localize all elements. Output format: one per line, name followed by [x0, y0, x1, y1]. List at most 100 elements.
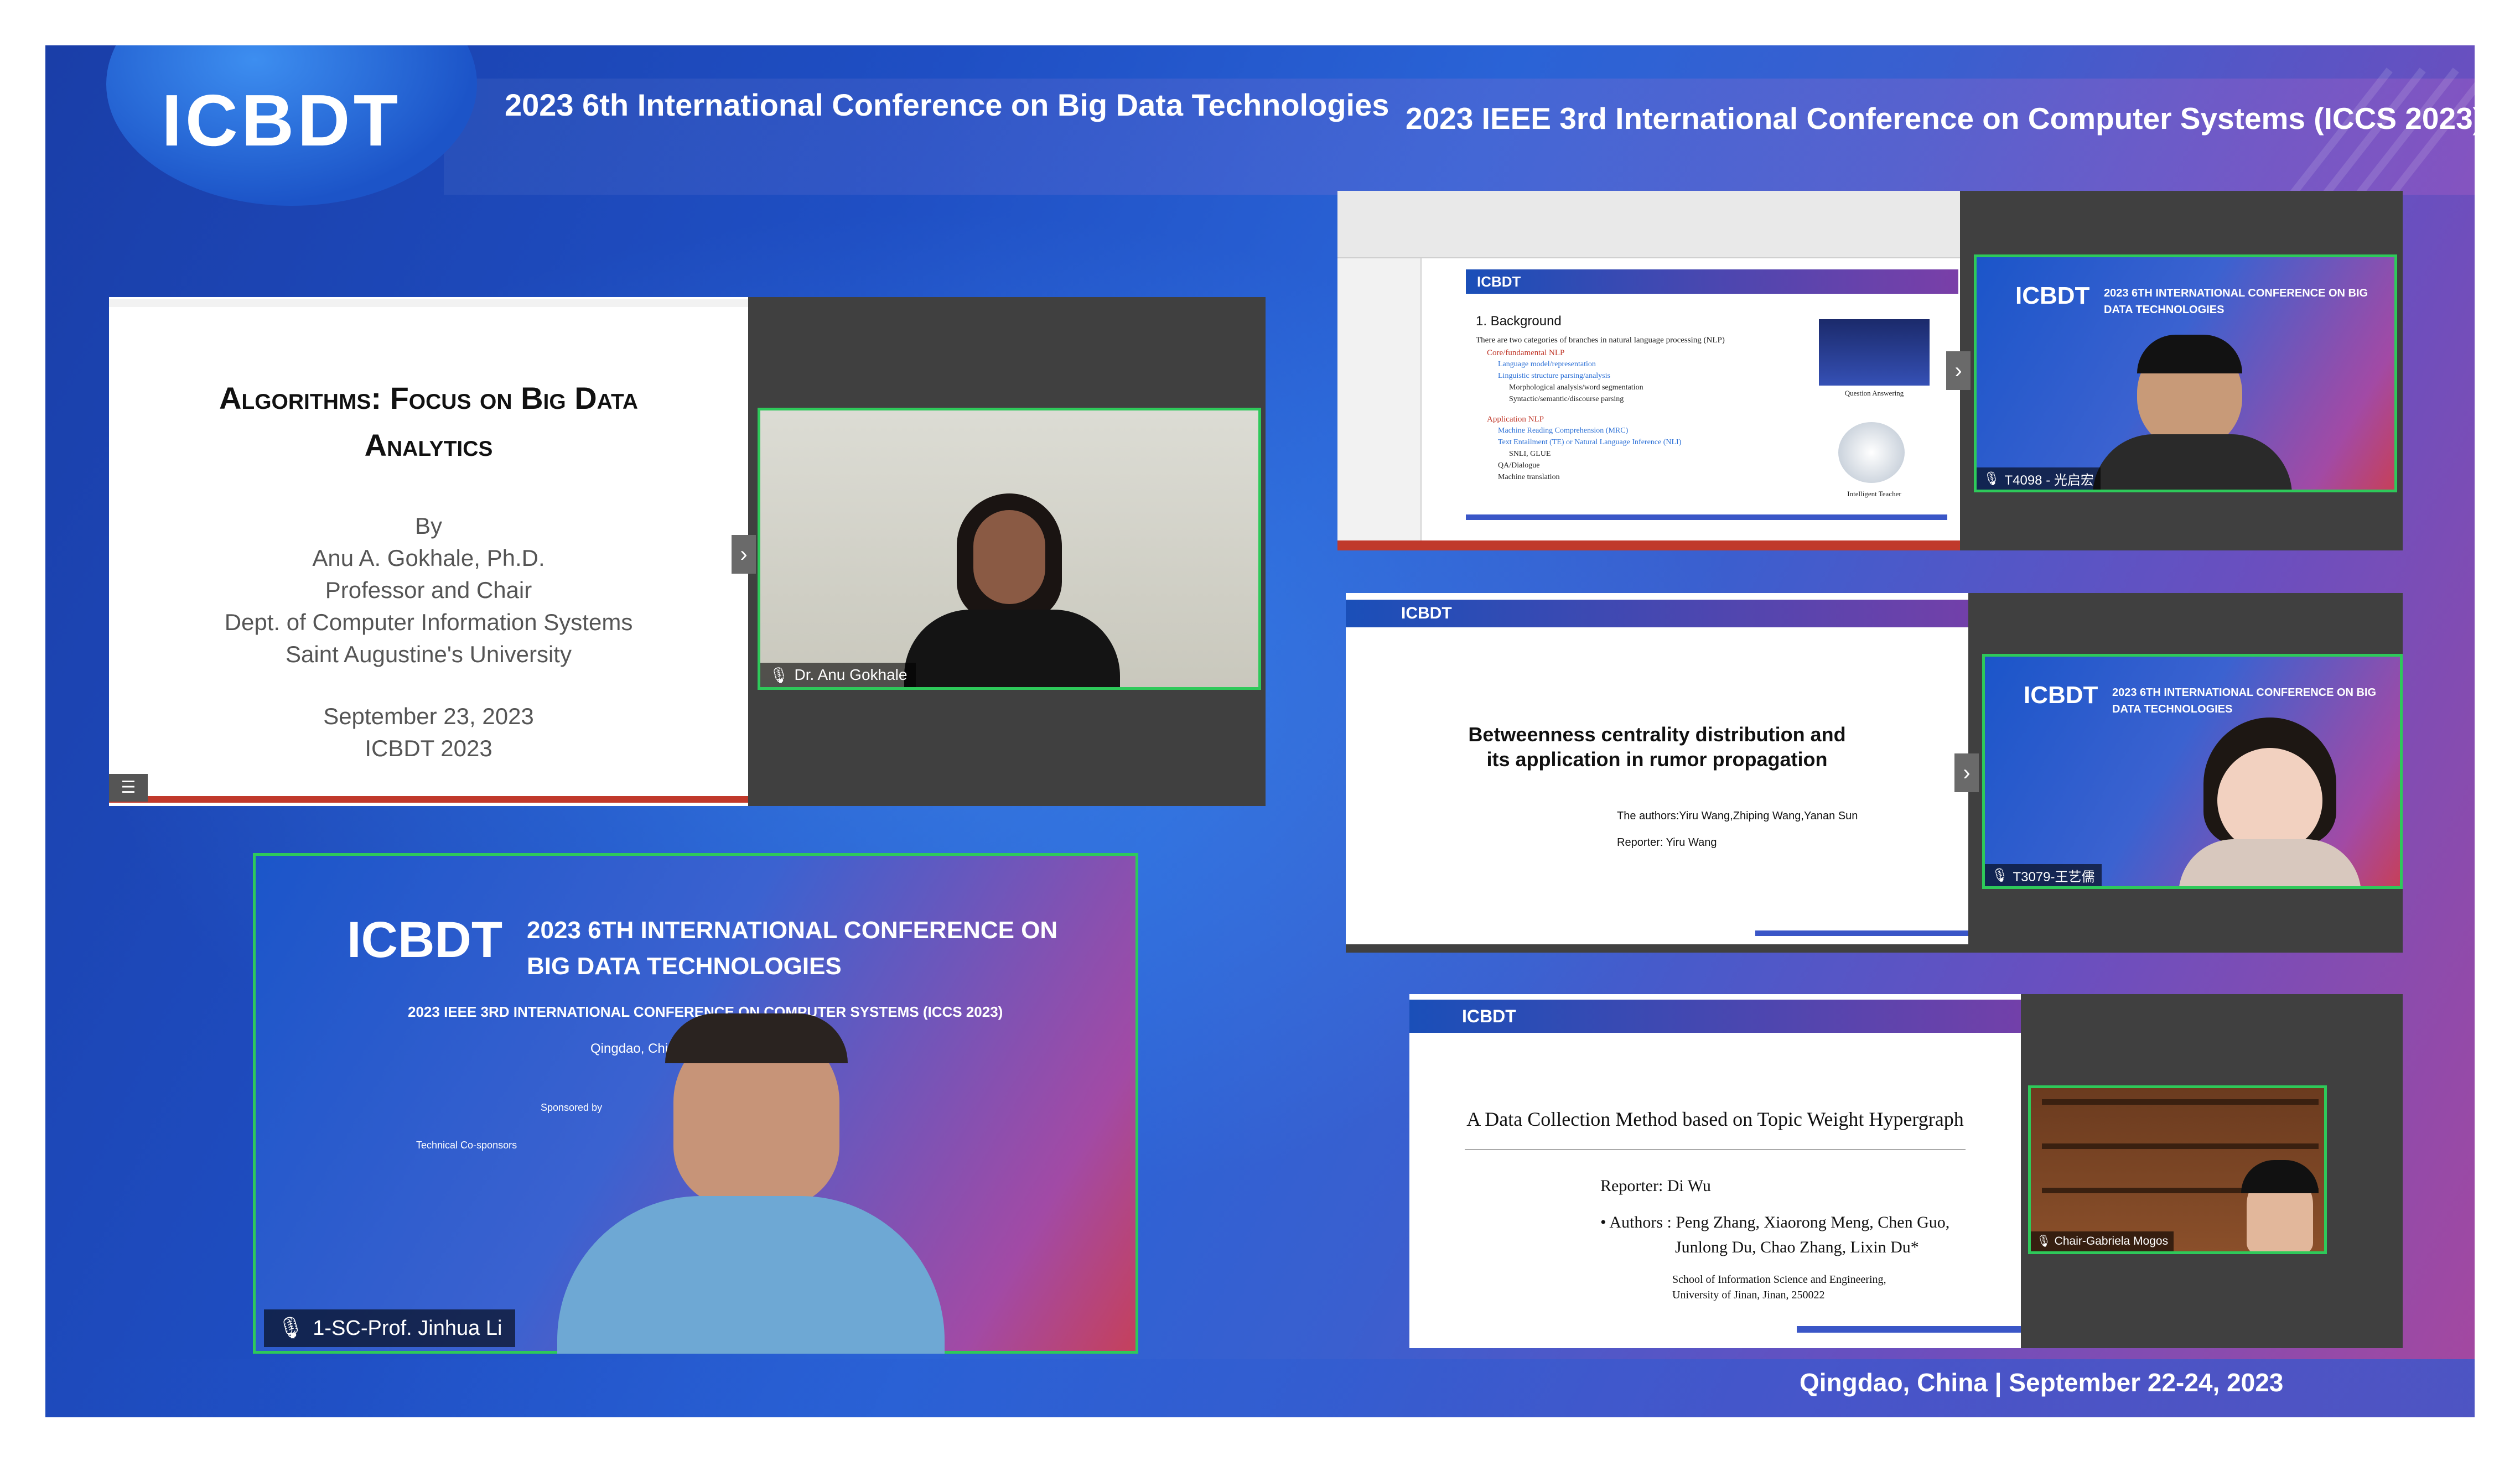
participant-body: [2093, 434, 2292, 490]
slide-banner: ICBDT: [1409, 1000, 2021, 1033]
video-tile-mogos[interactable]: ICBDT A Data Collection Method based on …: [1409, 994, 2403, 1348]
slide-footer-bar: [1755, 930, 1968, 936]
slide-reporter: Reporter: Yiru Wang: [1617, 836, 1717, 849]
slide-dept: Dept. of Computer Information Systems: [224, 609, 633, 635]
chevron-right-icon[interactable]: ›: [732, 535, 756, 574]
taskbar-strip: [1337, 540, 1960, 550]
slide-bullet: Language model/representation: [1498, 360, 1596, 368]
participant-face: [973, 510, 1045, 604]
bookshelf: [2042, 1099, 2319, 1105]
slide-role: Professor and Chair: [325, 577, 532, 603]
slide-bullet: QA/Dialogue: [1498, 461, 1540, 470]
image-caption: Intelligent Teacher: [1847, 490, 1901, 498]
slide-date: September 23, 2023: [323, 703, 534, 729]
camera-bg-title: 2023 6TH INTERNATIONAL CONFERENCE ON: [527, 917, 1058, 944]
participant-hair: [665, 1013, 848, 1063]
shared-slide: ICBDT A Data Collection Method based on …: [1409, 994, 2021, 1348]
slide-university: Saint Augustine's University: [286, 641, 572, 667]
microphone-icon: 🎙: [1983, 471, 2000, 486]
speaker-name: T3079-王艺儒: [2013, 869, 2095, 885]
slide-bullet: Application NLP: [1487, 415, 1544, 424]
video-tile-jinhua-li[interactable]: ICBDT 2023 6TH INTERNATIONAL CONFERENCE …: [253, 853, 1138, 1354]
slide-title-line2: its application in rumor propagation: [1486, 748, 1828, 771]
powerpoint-ribbon[interactable]: [1337, 191, 1960, 258]
slide-authors: The authors:Yiru Wang,Zhiping Wang,Yanan…: [1617, 810, 1858, 822]
slide-title: Algorithms: Focus on Big Data: [219, 381, 639, 415]
slide-authors: • Authors : Peng Zhang, Xiaorong Meng, C…: [1600, 1213, 1950, 1231]
slide-authors-line2: Junlong Du, Chao Zhang, Lixin Du*: [1675, 1238, 1919, 1256]
speaker-name: T4098 - 光启宏: [2004, 472, 2094, 488]
chevron-right-icon[interactable]: ›: [1954, 753, 1979, 792]
camera-feed-t3079: ICBDT 2023 6TH INTERNATIONAL CONFERENCE …: [1982, 654, 2403, 889]
slide-divider: [1465, 1149, 1966, 1150]
camera-bg-logo: ICBDT: [2024, 682, 2098, 709]
shared-slide: ICBDT Betweenness centrality distributio…: [1346, 593, 1968, 944]
participant-body: [904, 610, 1120, 687]
camera-feed-gokhale: 🎙 Dr. Anu Gokhale: [758, 408, 1261, 690]
camera-bg-tech-sponsors: Technical Co-sponsors: [416, 1140, 517, 1151]
slide-progress-bar: [109, 796, 748, 803]
video-tile-t4098[interactable]: ICBDT 1. Background There are two catego…: [1337, 191, 2403, 550]
microphone-icon: 🎙: [2036, 1235, 2051, 1247]
slide-title: A Data Collection Method based on Topic …: [1466, 1108, 1964, 1130]
slide-bullet: Text Entailment (TE) or Natural Language…: [1498, 438, 1682, 446]
bookshelf: [2042, 1143, 2319, 1149]
microphone-icon: 🎙: [769, 666, 789, 684]
participant-name-label: 🎙 1-SC-Prof. Jinhua Li: [264, 1309, 516, 1347]
camera-bg-logo: ICBDT: [2015, 282, 2090, 309]
conference-subtitle: 2023 IEEE 3rd International Conference o…: [1406, 101, 2475, 136]
participant-name-label: 🎙 T3079-王艺儒: [1985, 864, 2102, 886]
slide-window-titlebar: [109, 299, 748, 307]
speaker-name: Dr. Anu Gokhale: [794, 666, 908, 683]
participant-hair: [2137, 335, 2242, 373]
camera-bg-title: 2023 6TH INTERNATIONAL CONFERENCE ON BIG…: [2112, 687, 2377, 715]
camera-bg-sponsored: Sponsored by: [541, 1102, 603, 1113]
slide-author: Anu A. Gokhale, Ph.D.: [312, 545, 545, 571]
camera-feed-t4098: ICBDT 2023 6TH INTERNATIONAL CONFERENCE …: [1974, 254, 2397, 492]
conference-logo: ICBDT: [162, 80, 402, 161]
slide-section: 1. Background: [1476, 314, 1562, 329]
chevron-right-icon[interactable]: ›: [1946, 351, 1971, 390]
video-tile-t3079[interactable]: ICBDT Betweenness centrality distributio…: [1346, 593, 2403, 953]
shared-powerpoint: ICBDT 1. Background There are two catego…: [1337, 191, 1960, 550]
slide-title-line2: Analytics: [364, 428, 493, 462]
slide-banner: ICBDT: [1466, 269, 1958, 294]
slide-by: By: [414, 513, 442, 539]
conference-title: 2023 6th International Conference on Big…: [505, 87, 1389, 122]
slide-school: School of Information Science and Engine…: [1672, 1273, 1886, 1286]
shared-slide: Algorithms: Focus on Big Data Analytics …: [109, 297, 748, 806]
camera-bg-logo: ICBDT: [347, 912, 503, 968]
video-tile-gokhale[interactable]: Algorithms: Focus on Big Data Analytics …: [109, 297, 1266, 806]
slide-footer-bar: [1466, 514, 1947, 520]
camera-bg-title-line2: BIG DATA TECHNOLOGIES: [527, 953, 842, 980]
slide-bullet: Core/fundamental NLP: [1487, 349, 1565, 357]
slide-bullet: Morphological analysis/word segmentation: [1509, 383, 1643, 392]
participant-name-label: 🎙 Chair-Gabriela Mogos: [2031, 1231, 2174, 1251]
participant-name-label: 🎙 Dr. Anu Gokhale: [760, 663, 916, 687]
slide-bullet: Syntactic/semantic/discourse parsing: [1509, 395, 1624, 403]
list-icon[interactable]: ☰: [109, 774, 148, 802]
slide-banner: ICBDT: [1346, 600, 1968, 627]
slide-bullet: SNLI, GLUE: [1509, 450, 1551, 458]
participant-name-label: 🎙 T4098 - 光启宏: [1977, 467, 2101, 490]
slide-footer-bar: [1797, 1326, 2021, 1333]
slide-bullet: Machine Reading Comprehension (MRC): [1498, 427, 1629, 435]
slide-event: ICBDT 2023: [365, 735, 492, 761]
participant-face: [2217, 748, 2322, 853]
image-caption: Question Answering: [1844, 389, 1904, 397]
slide-thumbnail-pane[interactable]: [1337, 258, 1422, 540]
participant-body: [2179, 839, 2361, 886]
camera-bg-title: 2023 6TH INTERNATIONAL CONFERENCE ON BIG…: [2104, 287, 2368, 316]
footer-location-date: Qingdao, China | September 22-24, 2023: [1800, 1368, 2284, 1397]
conference-background: ICBDT 2023 6th International Conference …: [45, 45, 2475, 1417]
microphone-icon: 🎙: [1992, 867, 2009, 883]
microphone-icon: 🎙: [277, 1317, 304, 1340]
speaker-name: 1-SC-Prof. Jinhua Li: [313, 1316, 502, 1340]
speaker-name: Chair-Gabriela Mogos: [2054, 1235, 2169, 1247]
robot-teacher-image: [1838, 422, 1905, 483]
slide-title: Betweenness centrality distribution and: [1468, 723, 1846, 746]
question-answering-image: [1819, 319, 1930, 386]
slide-bullet: Machine translation: [1498, 473, 1560, 481]
camera-feed-mogos: 🎙 Chair-Gabriela Mogos: [2028, 1085, 2327, 1254]
slide-bullet: Linguistic structure parsing/analysis: [1498, 372, 1610, 380]
